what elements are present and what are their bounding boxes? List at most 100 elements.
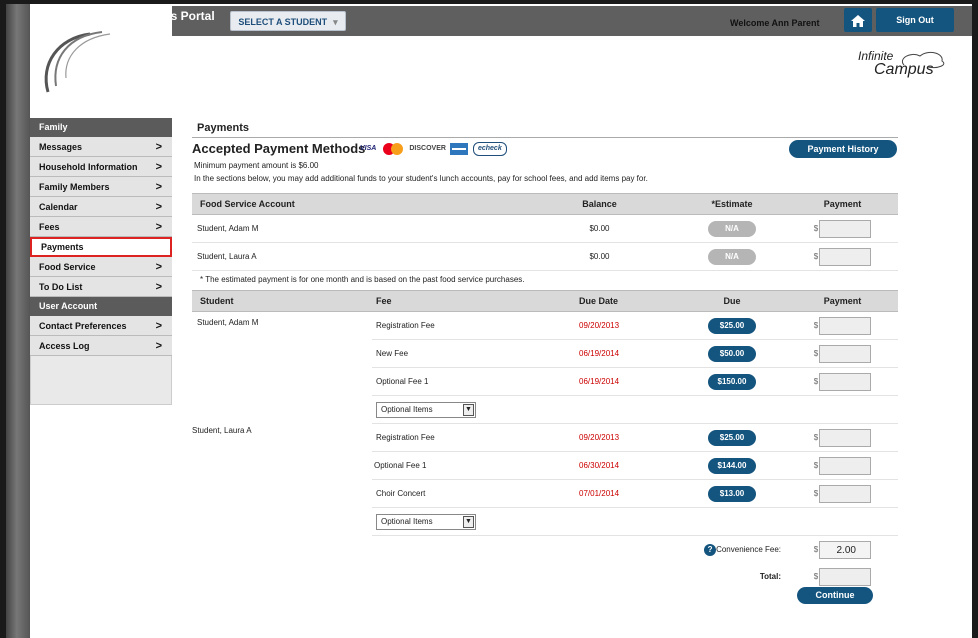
- card-logos: VISA DISCOVER echeck: [360, 142, 509, 156]
- sidebar-item-label: To Do List: [39, 282, 83, 292]
- sidebar-item-payments[interactable]: Payments: [30, 237, 172, 257]
- sidebar-item-label: Household Information: [39, 162, 138, 172]
- student-name: Student, Laura A: [192, 242, 522, 271]
- chevron-right-icon: >: [155, 221, 162, 233]
- table-row: Student, Laura A Registration Fee 09/20/…: [192, 423, 898, 452]
- sidebar-filler: [30, 356, 172, 405]
- amex-icon: [450, 143, 469, 155]
- fee-name: Optional Fee 1: [372, 367, 577, 396]
- minimum-payment-text: Minimum payment amount is $6.00: [194, 161, 319, 170]
- sidebar-item-contact-preferences[interactable]: Contact Preferences >: [30, 316, 172, 336]
- payment-input[interactable]: [819, 428, 872, 447]
- convenience-fee-row: ? Convenience Fee: $2.00: [192, 536, 898, 564]
- food-service-header-row: Food Service Account Balance *Estimate P…: [192, 193, 898, 215]
- payment-input[interactable]: [819, 247, 872, 266]
- fee-name: Registration Fee: [372, 423, 577, 452]
- optional-items-label: Optional Items: [381, 404, 433, 414]
- chevron-right-icon: >: [155, 261, 162, 273]
- due-amount-badge: $25.00: [708, 317, 756, 334]
- select-student-dropdown[interactable]: SELECT A STUDENT ▾: [230, 11, 346, 31]
- currency-symbol: $: [813, 433, 819, 442]
- estimate-badge: N/A: [708, 248, 756, 265]
- estimate-note: * The estimated payment is for one month…: [200, 275, 525, 284]
- table-row: Student, Adam M $0.00 N/A $: [192, 214, 898, 243]
- chevron-right-icon: >: [155, 161, 162, 173]
- convenience-fee-field: 2.00: [819, 540, 872, 559]
- due-amount-badge: $50.00: [708, 345, 756, 362]
- fee-name: Choir Concert: [372, 479, 577, 508]
- page-title: Payments: [197, 122, 249, 134]
- payment-input[interactable]: [819, 344, 872, 363]
- sidebar-item-access-log[interactable]: Access Log >: [30, 336, 172, 356]
- infinite-campus-logo: Infinite Campus: [858, 47, 948, 83]
- due-date: 09/20/2013: [577, 311, 677, 340]
- table-row: Student, Adam M Registration Fee 09/20/2…: [192, 311, 898, 340]
- visa-icon: VISA: [360, 145, 377, 152]
- sidebar-item-messages[interactable]: Messages >: [30, 137, 172, 157]
- currency-symbol: $: [813, 224, 819, 233]
- sidebar-item-family-members[interactable]: Family Members >: [30, 177, 172, 197]
- column-header: *Estimate: [677, 193, 787, 215]
- sidebar: Family Messages > Household Information > …: [30, 118, 172, 405]
- table-row: Student, Laura A $0.00 N/A $: [192, 242, 898, 271]
- title-divider: [192, 137, 898, 138]
- estimate-badge: N/A: [708, 220, 756, 237]
- payment-input[interactable]: [819, 372, 872, 391]
- continue-button[interactable]: Continue: [797, 587, 873, 604]
- discover-icon: DISCOVER: [409, 145, 446, 152]
- sidebar-item-label: Family Members: [39, 182, 110, 192]
- sign-out-button[interactable]: Sign Out: [876, 8, 954, 32]
- currency-symbol: $: [813, 377, 819, 386]
- fee-name: Registration Fee: [372, 311, 577, 340]
- balance-value: $0.00: [522, 214, 677, 243]
- chevron-right-icon: >: [155, 141, 162, 153]
- optional-items-select[interactable]: Optional Items ▼: [376, 513, 476, 530]
- optional-items-select[interactable]: Optional Items ▼: [376, 401, 476, 418]
- due-date: 06/30/2014: [577, 451, 677, 480]
- due-date: 06/19/2014: [577, 339, 677, 368]
- currency-symbol: $: [813, 461, 819, 470]
- home-icon: [851, 14, 865, 27]
- sidebar-item-fees[interactable]: Fees >: [30, 217, 172, 237]
- payment-input[interactable]: [819, 484, 872, 503]
- sidebar-item-food-service[interactable]: Food Service >: [30, 257, 172, 277]
- student-name: Student, Laura A: [192, 425, 252, 435]
- sidebar-item-calendar[interactable]: Calendar >: [30, 197, 172, 217]
- column-header: Fee: [372, 290, 577, 312]
- home-button[interactable]: [844, 8, 872, 32]
- currency-symbol: $: [813, 572, 819, 581]
- window-frame-right: [972, 0, 978, 638]
- echeck-icon: echeck: [472, 142, 507, 156]
- currency-symbol: $: [813, 349, 819, 358]
- total-row: Total: $: [192, 563, 898, 590]
- payment-input[interactable]: [819, 316, 872, 335]
- currency-symbol: $: [813, 545, 819, 554]
- payment-input[interactable]: [819, 456, 872, 475]
- select-student-label: SELECT A STUDENT: [238, 17, 328, 27]
- column-header: Due: [677, 290, 787, 312]
- due-amount-badge: $13.00: [708, 485, 756, 502]
- column-header: Payment: [787, 193, 898, 215]
- fees-table: Student Fee Due Date Due Payment Student…: [192, 290, 898, 590]
- sidebar-item-to-do-list[interactable]: To Do List >: [30, 277, 172, 297]
- sidebar-item-household-information[interactable]: Household Information >: [30, 157, 172, 177]
- due-amount-badge: $25.00: [708, 429, 756, 446]
- currency-symbol: $: [813, 321, 819, 330]
- total-field: [819, 567, 872, 586]
- welcome-text: Welcome Ann Parent: [730, 18, 820, 28]
- fee-name: Optional Fee 1: [372, 451, 577, 480]
- sidebar-item-label: Contact Preferences: [39, 321, 127, 331]
- column-header: Student: [192, 290, 372, 312]
- help-icon[interactable]: ?: [704, 543, 717, 556]
- payment-input[interactable]: [819, 219, 872, 238]
- sidebar-item-label: Calendar: [39, 202, 78, 212]
- due-date: 06/19/2014: [577, 367, 677, 396]
- dropdown-arrow-icon: ▼: [463, 403, 474, 416]
- chevron-right-icon: >: [155, 320, 162, 332]
- payment-history-button[interactable]: Payment History: [789, 140, 897, 158]
- chevron-down-icon: ▾: [333, 17, 338, 27]
- fees-header-row: Student Fee Due Date Due Payment: [192, 290, 898, 312]
- currency-symbol: $: [813, 252, 819, 261]
- chevron-right-icon: >: [155, 201, 162, 213]
- mastercard-icon: [382, 143, 403, 155]
